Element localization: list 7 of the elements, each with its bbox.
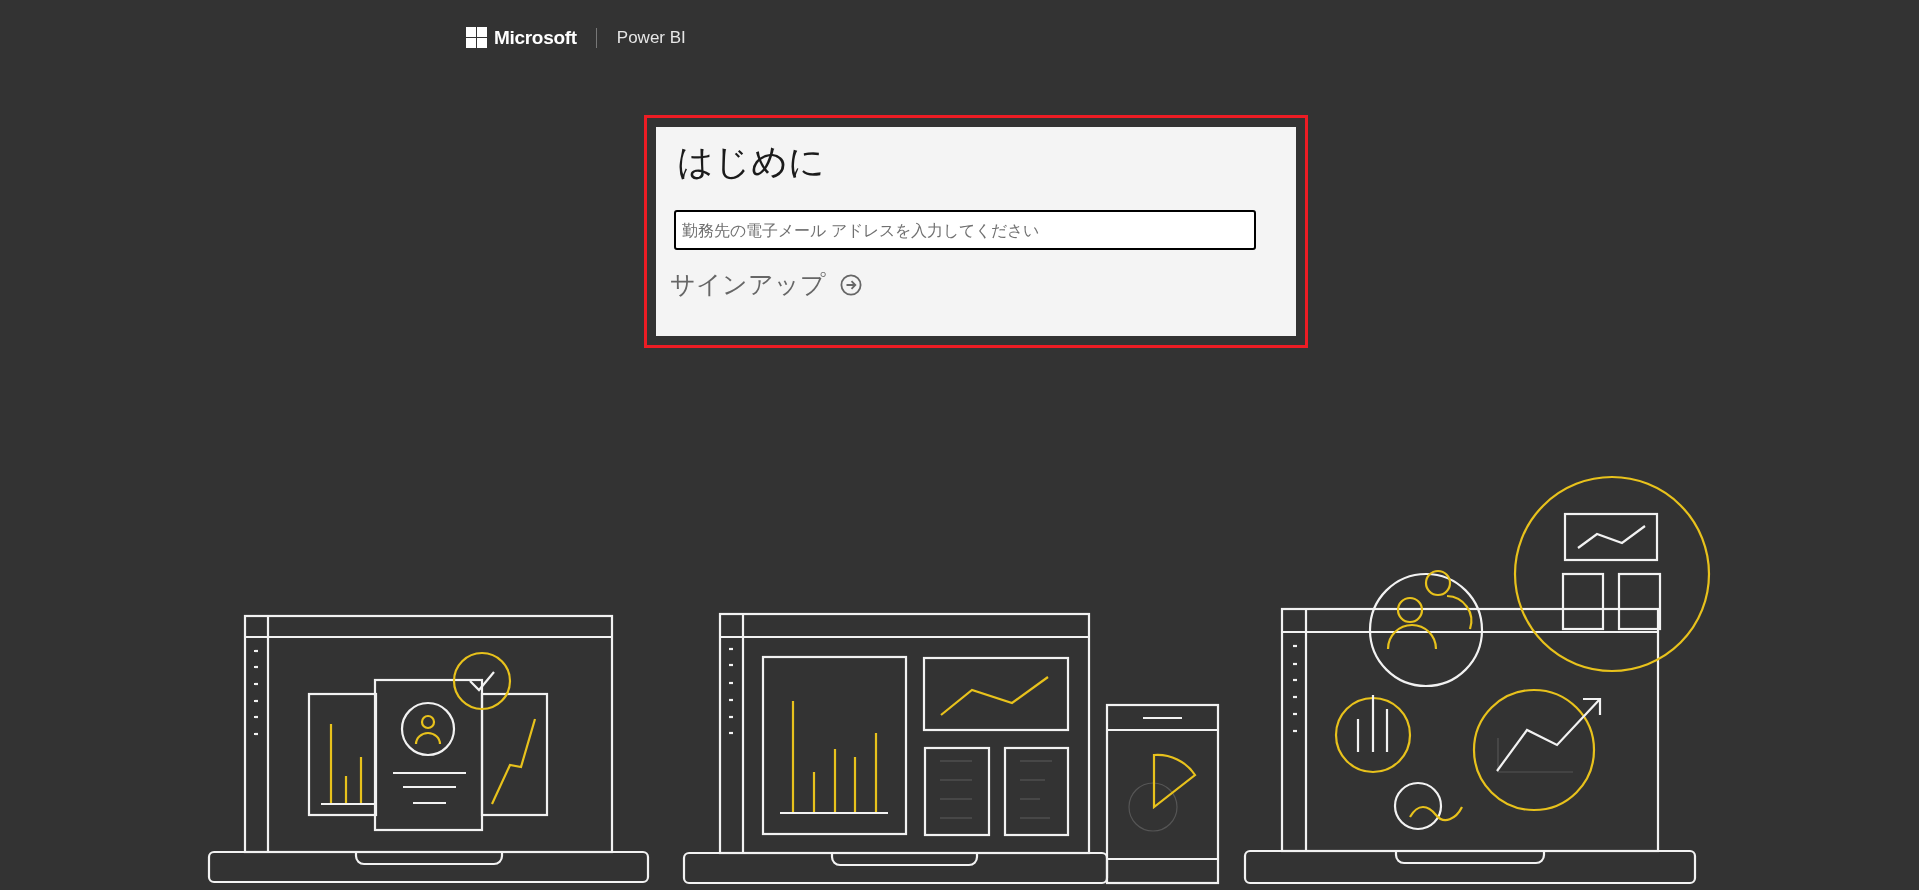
brand-name: Microsoft bbox=[494, 26, 577, 49]
logo-icon bbox=[466, 27, 487, 48]
product-name: Power BI bbox=[616, 27, 686, 48]
email-field[interactable]: 勤務先の電子メール アドレスを入力してください bbox=[674, 210, 1256, 250]
card-title: はじめに bbox=[677, 140, 825, 184]
arrow-circle-icon bbox=[840, 273, 862, 296]
signup-button[interactable]: サインアップ bbox=[670, 266, 862, 303]
